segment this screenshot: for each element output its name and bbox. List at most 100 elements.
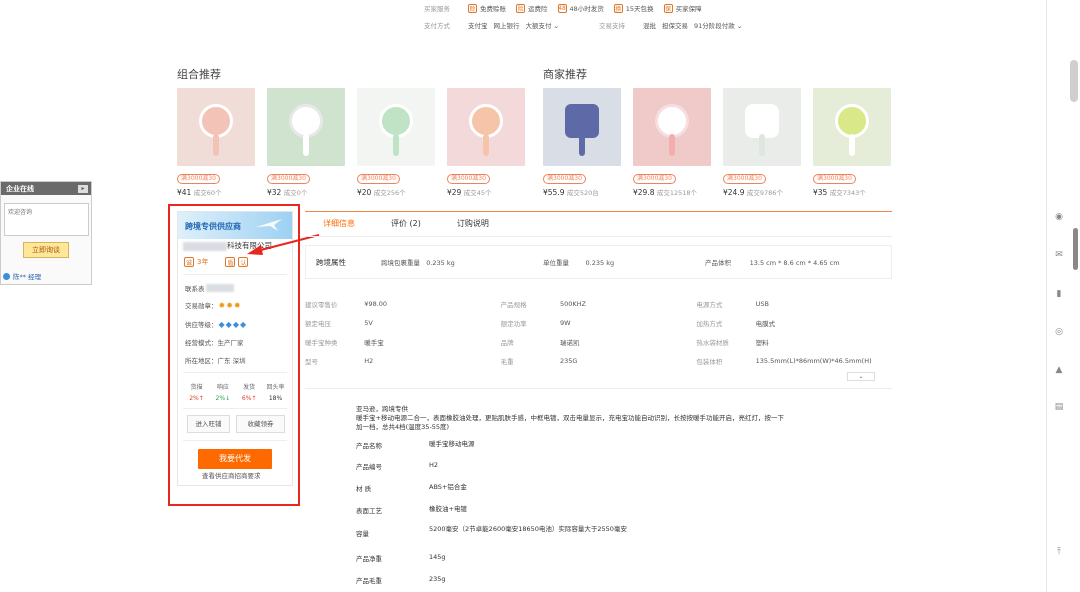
merchant-product[interactable]: 满3000减30 ¥24.9 成交9786个	[723, 88, 801, 197]
spec-row: 材 质 ABS+铝合金	[356, 483, 467, 493]
merchant-product[interactable]: 满3000减30 ¥55.9 成交520台	[543, 88, 621, 197]
minimize-icon[interactable]: ▸	[78, 184, 88, 193]
product-image[interactable]	[813, 88, 891, 166]
detail-tabs: 详细信息 评价 (2) 订购说明	[305, 211, 892, 237]
combo-product[interactable]: 满3000减30 ¥29 成交45个	[447, 88, 525, 197]
service-item: 换 15天包换	[613, 3, 654, 13]
product-price: ¥41 成交60个	[177, 188, 222, 197]
product-price: ¥24.9 成交9786个	[723, 188, 783, 197]
combo-product[interactable]: 满3000减30 ¥41 成交60个	[177, 88, 255, 197]
attr-row: 建议零售价 ¥98.00 产品规格 500KHZ 电源方式 USB	[305, 299, 769, 309]
payment-item[interactable]: 大额支付 ⌄	[526, 20, 560, 30]
consult-button[interactable]: 立即询谈	[23, 242, 69, 258]
product-image[interactable]	[447, 88, 525, 166]
merchant-product[interactable]: 满3000减30 ¥35 成交7343个	[813, 88, 891, 197]
product-image[interactable]	[357, 88, 435, 166]
service-item: 保买家保障	[663, 3, 702, 13]
user-icon[interactable]: ◉	[1053, 211, 1065, 223]
product-price: ¥32 成交0个	[267, 188, 308, 197]
product-price: ¥20 成交256个	[357, 188, 406, 197]
combo-product[interactable]: 满3000减30 ¥20 成交256个	[357, 88, 435, 197]
buyer-services-label: 买家服务	[424, 5, 450, 13]
product-image[interactable]	[267, 88, 345, 166]
right-sidebar: ◉ ✉ ▮ ◎ ▲ ▤ ⤒	[1046, 0, 1080, 592]
manager-link[interactable]: 陈** 经理	[3, 271, 41, 281]
trade-support-item: 担保交易	[662, 22, 689, 30]
promo-tag: 满3000减30	[723, 174, 766, 184]
attr-category: 跨境属性	[316, 257, 346, 267]
product-image[interactable]	[543, 88, 621, 166]
payment-item: 网上银行	[493, 22, 520, 30]
enterprise-header: 企业在线 ▸	[1, 182, 91, 195]
attr-row: 额定电压 5V 额定功率 9W 加热方式 电膜式	[305, 318, 776, 328]
promo-tag: 满3000减30	[267, 174, 310, 184]
attr-row: 暖手宝种类 暖手宝 品牌 瑞诺凯 热水袋材质 塑料	[305, 338, 769, 347]
mail-icon[interactable]: ✉	[1053, 249, 1065, 261]
payment-row: 支付方式 支付宝 网上银行 大额支付 ⌄ 交易支持 混批 担保交易 91分阶段付…	[424, 19, 742, 31]
online-status-icon	[3, 272, 10, 280]
service-item: 险运费险	[516, 3, 548, 13]
divider	[305, 388, 892, 389]
merchant-product[interactable]: 满3000减30 ¥29.8 成交12518个	[633, 88, 711, 197]
description-line: 加一档，总共4档(温度35-55度)	[356, 423, 450, 431]
attr-item: 单位重量 0.235 kg	[543, 259, 615, 267]
collapse-toggle[interactable]: ⌄	[847, 372, 875, 381]
48h-ship-icon: 48	[557, 3, 567, 13]
promo-tag: 满3000减30	[543, 174, 586, 184]
shipping-insurance-icon: 险	[516, 3, 525, 13]
combo-title: 组合推荐	[177, 68, 221, 81]
spec-row: 表面工艺 橡胶油+电镀	[356, 505, 467, 515]
combo-product[interactable]: 满3000减30 ¥32 成交0个	[267, 88, 345, 197]
product-description: 亚马逊，跨境专供 暖手宝+移动电源二合一，表面橡胶油处理，更贴肌肤手感，中框电镀…	[356, 405, 826, 432]
bell-icon[interactable]: ▲	[1053, 364, 1065, 376]
buyer-protection-icon: 保	[663, 3, 673, 13]
spec-row: 产品净重 145g	[356, 553, 446, 563]
free-shipping-icon: 赊	[468, 3, 477, 13]
back-to-top-icon[interactable]: ⤒	[1053, 546, 1065, 558]
payment-item: 支付宝	[468, 22, 488, 30]
trade-support-item[interactable]: 91分阶段付款 ⌄	[694, 20, 742, 30]
service-item: 48 48小时发货	[557, 3, 604, 13]
tab-order-info[interactable]: 订购说明	[439, 212, 507, 236]
attr-item: 跨境包裹重量 0.235 kg	[381, 259, 455, 267]
product-image[interactable]	[633, 88, 711, 166]
product-price: ¥35 成交7343个	[813, 188, 866, 197]
chevron-down-icon: ⌄	[858, 373, 864, 380]
document-icon[interactable]: ▤	[1053, 401, 1065, 413]
tab-details[interactable]: 详细信息	[305, 212, 373, 236]
spec-row: 产品编号 H2	[356, 461, 439, 471]
page-scrollbar-thumb[interactable]	[1070, 60, 1078, 102]
trade-support-label: 交易支持	[599, 22, 626, 30]
description-line: 亚马逊，跨境专供	[356, 405, 408, 413]
eye-icon[interactable]: ◎	[1053, 326, 1065, 338]
consult-input[interactable]	[4, 203, 89, 236]
chevron-down-icon: ⌄	[736, 22, 743, 30]
cross-border-attributes: 跨境属性 跨境包裹重量 0.235 kg 单位重量 0.235 kg 产品体积 …	[305, 245, 892, 279]
spec-row: 产品毛重 235g	[356, 575, 446, 585]
promo-tag: 满3000减30	[633, 174, 676, 184]
product-image[interactable]	[723, 88, 801, 166]
product-image[interactable]	[177, 88, 255, 166]
enterprise-online-widget: 企业在线 ▸ 立即询谈 陈** 经理	[0, 181, 92, 285]
promo-tag: 满3000减30	[357, 174, 400, 184]
service-item: 赊免费赊账	[468, 3, 506, 13]
tab-reviews[interactable]: 评价 (2)	[373, 212, 439, 236]
attribute-grid: 建议零售价 ¥98.00 产品规格 500KHZ 电源方式 USB 额定电压 5V 额定…	[305, 294, 892, 370]
buyer-services-row: 买家服务 赊免费赊账 险运费险 48 48小时发货 换 15天包换 保买家保障	[424, 2, 706, 14]
product-price: ¥29 成交45个	[447, 188, 492, 197]
spec-row: 产品名称 暖手宝移动电源	[356, 440, 475, 450]
product-price: ¥55.9 成交520台	[543, 188, 599, 197]
promo-tag: 满3000减30	[813, 174, 856, 184]
promo-tag: 满3000减30	[177, 174, 220, 184]
bookmark-icon[interactable]: ▮	[1053, 288, 1065, 300]
attr-item: 产品体积 13.5 cm * 8.6 cm * 4.65 cm	[705, 259, 840, 267]
spec-row: 容量 5200毫安（2节卓能2600毫安18650电池）实际容量大于2550毫安	[356, 525, 627, 538]
merchant-title: 商家推荐	[543, 68, 587, 81]
promo-tag: 满3000减30	[447, 174, 490, 184]
description-line: 暖手宝+移动电源二合一，表面橡胶油处理，更贴肌肤手感，中框电镀，双击电量显示，充…	[356, 414, 784, 422]
attr-row: 型号 H2 毛重 235G 包装体积 135.5mm(L)*86mm(W)*46.5m…	[305, 356, 872, 366]
15day-exchange-icon: 换	[613, 3, 623, 13]
product-price: ¥29.8 成交12518个	[633, 188, 698, 197]
sidebar-scrollbar-thumb[interactable]	[1073, 228, 1078, 270]
payment-label: 支付方式	[424, 22, 450, 30]
